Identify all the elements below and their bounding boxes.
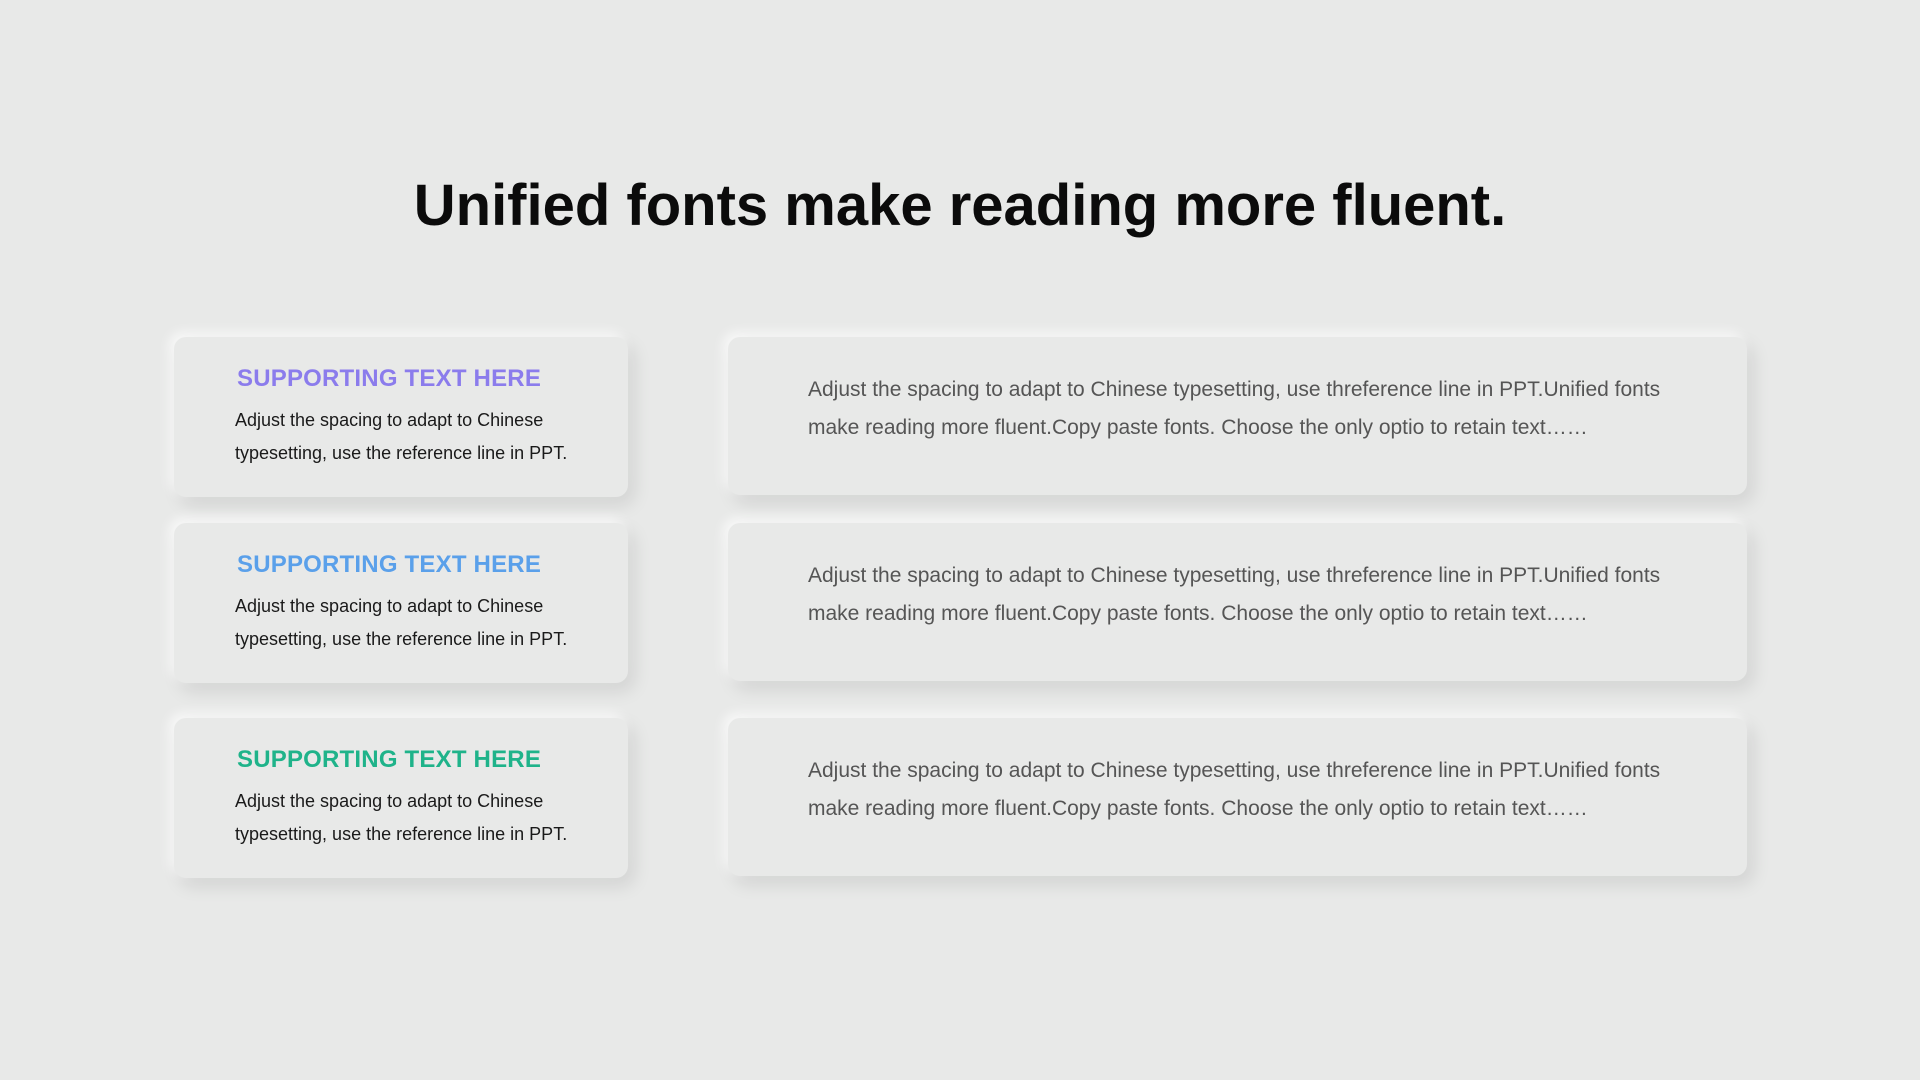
slide-title: Unified fonts make reading more fluent. xyxy=(413,173,1507,238)
label-card-heading: SUPPORTING TEXT HERE xyxy=(237,746,542,773)
label-card-heading: SUPPORTING TEXT HERE xyxy=(237,551,542,578)
description-text: Adjust the spacing to adapt to Chinese t… xyxy=(808,564,1661,625)
label-card-summary: Adjust the spacing to adapt to Chinese t… xyxy=(235,791,568,844)
label-card-summary: Adjust the spacing to adapt to Chinese t… xyxy=(235,596,568,649)
label-card-2: SUPPORTING TEXT HERE Adjust the spacing … xyxy=(174,523,628,683)
description-card-3: Adjust the spacing to adapt to Chinese t… xyxy=(728,718,1747,876)
label-card-1: SUPPORTING TEXT HERE Adjust the spacing … xyxy=(174,337,628,497)
description-card-1: Adjust the spacing to adapt to Chinese t… xyxy=(728,337,1747,495)
label-card-summary: Adjust the spacing to adapt to Chinese t… xyxy=(235,410,568,463)
label-card-heading: SUPPORTING TEXT HERE xyxy=(237,365,542,392)
description-text: Adjust the spacing to adapt to Chinese t… xyxy=(808,378,1661,439)
description-text: Adjust the spacing to adapt to Chinese t… xyxy=(808,759,1661,820)
description-card-2: Adjust the spacing to adapt to Chinese t… xyxy=(728,523,1747,681)
label-card-3: SUPPORTING TEXT HERE Adjust the spacing … xyxy=(174,718,628,878)
